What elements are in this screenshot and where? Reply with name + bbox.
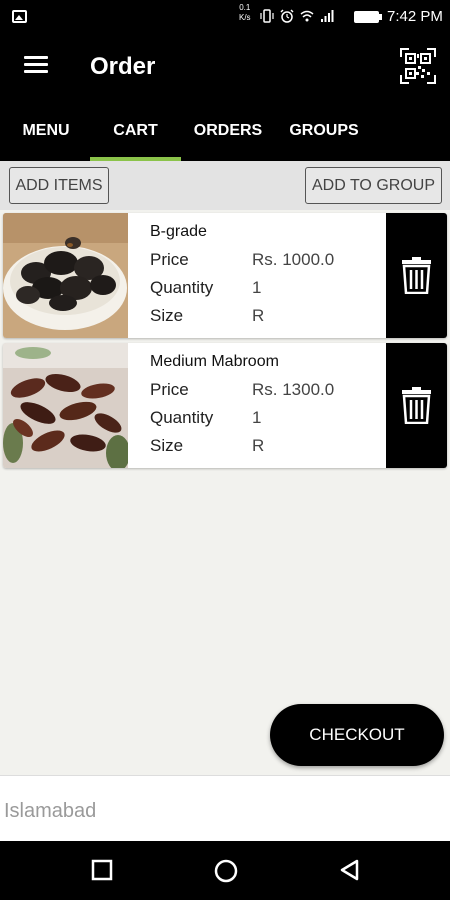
alarm-icon	[280, 9, 294, 23]
home-button[interactable]	[195, 841, 255, 900]
network-speed: 0.1 K/s	[239, 3, 251, 23]
wifi-icon	[300, 10, 314, 22]
network-speed-value: 0.1	[239, 3, 251, 12]
checkout-button[interactable]: CHECKOUT	[270, 704, 444, 766]
delete-button[interactable]	[386, 213, 447, 338]
app-bar: Order	[0, 34, 450, 100]
price-label: Price	[150, 380, 189, 399]
quantity-label: Quantity	[150, 278, 214, 297]
location-text: Islamabad	[4, 800, 97, 822]
price-label: Price	[150, 250, 189, 269]
price-value: Rs. 1300.0	[252, 380, 335, 399]
delete-icon	[402, 257, 431, 294]
home-icon	[214, 859, 238, 883]
back-button[interactable]	[320, 841, 380, 900]
tab-cart[interactable]: CART	[90, 100, 181, 161]
qr-code-icon[interactable]	[400, 48, 436, 84]
menu-icon[interactable]	[24, 56, 48, 74]
size-label: Size	[150, 436, 184, 455]
location-bar[interactable]: Islamabad	[0, 775, 450, 841]
price-value: Rs. 1000.0	[252, 250, 335, 269]
system-nav-bar	[0, 841, 450, 900]
tab-groups[interactable]: GROUPS	[280, 100, 368, 161]
add-to-group-button[interactable]: ADD TO GROUP	[305, 167, 442, 204]
delete-button[interactable]	[386, 343, 447, 468]
delete-icon	[402, 387, 431, 424]
quantity-value: 1	[252, 278, 262, 297]
cart-item: Medium Mabroom Price Rs. 1300.0 Quantity…	[3, 343, 447, 468]
status-bar: 0.1 K/s 7:42 PM	[0, 0, 450, 34]
item-name: Medium Mabroom	[150, 353, 279, 370]
recents-icon	[91, 859, 113, 881]
tab-menu[interactable]: MENU	[10, 100, 82, 161]
recents-button[interactable]	[72, 841, 132, 900]
battery-icon	[354, 11, 382, 23]
quantity-label: Quantity	[150, 408, 214, 427]
item-name: B-grade	[150, 223, 207, 240]
size-value: R	[252, 436, 265, 455]
page-title: Order	[90, 53, 156, 80]
add-items-button[interactable]: ADD ITEMS	[9, 167, 109, 204]
cart-item: B-grade Price Rs. 1000.0 Quantity 1 Size…	[3, 213, 447, 338]
cart-actions: ADD ITEMS ADD TO GROUP	[0, 161, 450, 210]
network-speed-unit: K/s	[239, 13, 251, 22]
gallery-notification-icon	[12, 10, 27, 23]
signal-icon	[321, 10, 334, 22]
size-label: Size	[150, 306, 184, 325]
vibrate-icon	[260, 9, 274, 23]
cart-content: ADD ITEMS ADD TO GROUP B-grade Price Rs.…	[0, 161, 450, 775]
tab-bar: MENU CART ORDERS GROUPS	[0, 100, 450, 161]
back-icon	[340, 859, 359, 881]
size-value: R	[252, 306, 265, 325]
dark-dates-bowl-photo	[3, 213, 128, 338]
status-icons	[260, 9, 334, 23]
mabroom-dates-photo	[3, 343, 128, 468]
status-time: 7:42 PM	[387, 8, 443, 25]
quantity-value: 1	[252, 408, 262, 427]
tab-orders[interactable]: ORDERS	[186, 100, 270, 161]
